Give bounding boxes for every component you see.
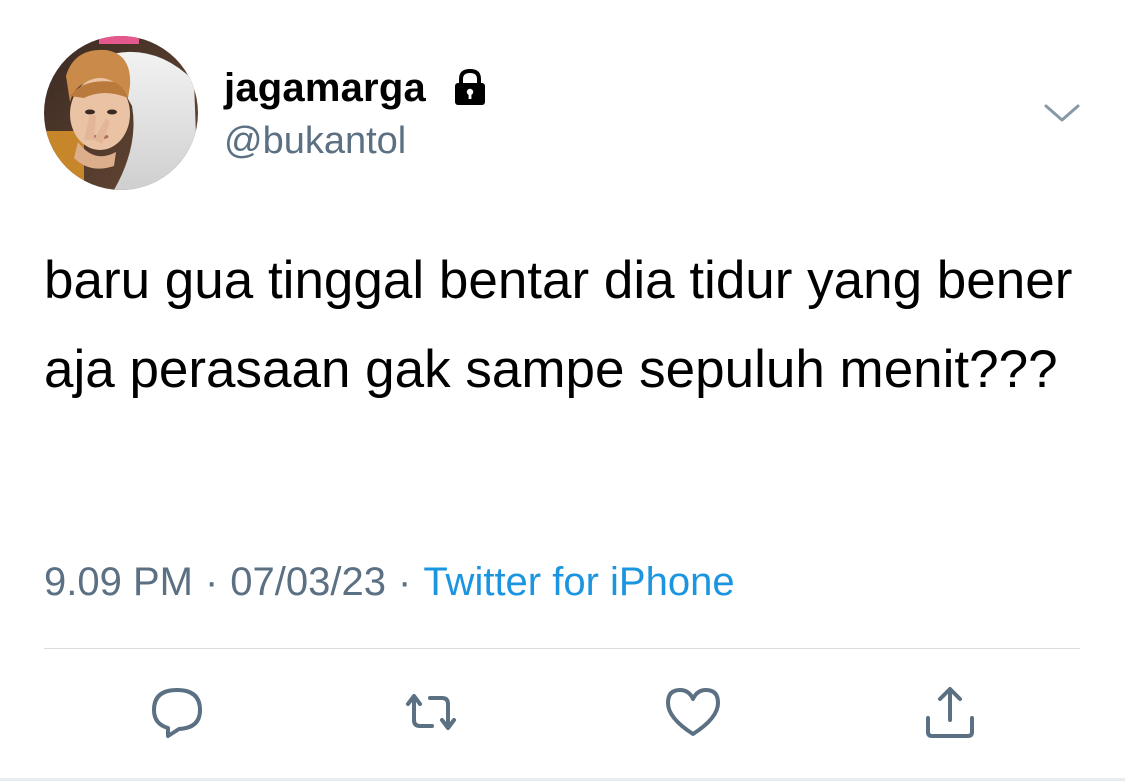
meta-separator: · (204, 560, 219, 604)
lock-icon (448, 66, 492, 110)
tweet-date[interactable]: 07/03/23 (230, 560, 386, 604)
share-upload-icon (926, 687, 974, 738)
avatar-image (44, 36, 198, 190)
display-name-row: jagamarga (224, 60, 492, 116)
meta-separator: · (398, 560, 412, 604)
speech-bubble-icon (152, 688, 202, 738)
retweet-button[interactable] (400, 682, 462, 742)
display-name[interactable]: jagamarga (224, 66, 426, 111)
chevron-down-icon[interactable] (1040, 96, 1084, 130)
share-button[interactable] (919, 682, 981, 742)
user-handle[interactable]: @bukantol (224, 120, 406, 163)
tweet-time[interactable]: 9.09 PM (44, 560, 193, 604)
tweet: jagamarga @bukantol baru gua tinggal ben… (0, 0, 1125, 781)
tweet-text: baru gua tinggal bentar dia tidur yang b… (44, 251, 1073, 399)
like-button[interactable] (662, 682, 724, 742)
tweet-source-link[interactable]: Twitter for iPhone (423, 560, 734, 604)
retweet-arrows-icon (406, 694, 456, 730)
heart-icon (666, 688, 720, 736)
avatar[interactable] (44, 36, 198, 190)
tweet-meta: 9.09 PM · 07/03/23 · Twitter for iPhone (44, 560, 735, 605)
divider (44, 648, 1080, 649)
reply-button[interactable] (146, 682, 208, 742)
